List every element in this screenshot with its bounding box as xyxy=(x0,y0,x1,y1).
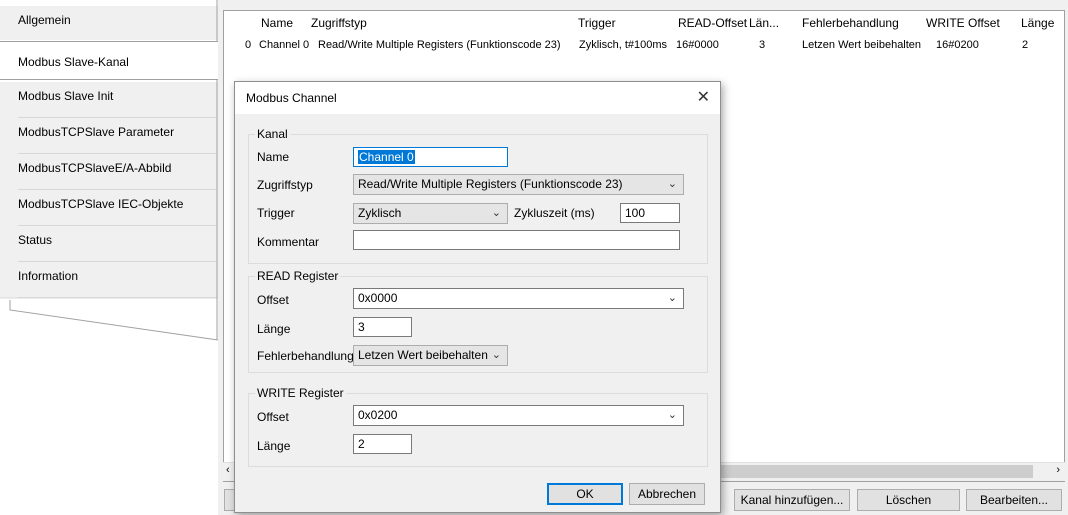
modbus-channel-dialog: Modbus Channel ✕ Kanal Name Channel 0 Zu… xyxy=(234,81,721,513)
comment-field[interactable] xyxy=(353,230,680,250)
read-error-label: Fehlerbehandlung xyxy=(257,349,354,363)
read-error-value: Letzen Wert beibehalten xyxy=(358,348,488,362)
cycle-label: Zykluszeit (ms) xyxy=(514,206,595,220)
dialog-titlebar: Modbus Channel ✕ xyxy=(235,82,720,114)
cell-name: Channel 0 xyxy=(259,39,310,51)
chevron-down-icon: ⌄ xyxy=(491,207,501,219)
chevron-down-icon: ⌄ xyxy=(667,409,677,421)
col-header-read-offset[interactable]: READ-Offset xyxy=(678,16,747,30)
read-offset-value: 0x0000 xyxy=(358,291,398,305)
group-write-label: WRITE Register xyxy=(255,386,346,400)
access-select[interactable]: Read/Write Multiple Registers (Funktions… xyxy=(353,174,684,195)
read-length-label: Länge xyxy=(257,322,291,336)
delete-button[interactable]: Löschen xyxy=(857,489,960,511)
comment-label: Kommentar xyxy=(257,235,320,249)
group-read-label: READ Register xyxy=(255,269,341,283)
access-label: Zugriffstyp xyxy=(257,178,313,192)
table-row[interactable]: 0 Channel 0 Read/Write Multiple Register… xyxy=(224,36,1064,56)
close-icon[interactable]: ✕ xyxy=(697,87,710,107)
cell-read-offset: 16#0000 xyxy=(676,39,719,51)
chevron-down-icon: ⌄ xyxy=(667,178,677,190)
trigger-label: Trigger xyxy=(257,206,295,220)
chevron-down-icon: ⌄ xyxy=(491,349,501,361)
add-channel-button[interactable]: Kanal hinzufügen... xyxy=(734,489,850,511)
chevron-down-icon: ⌄ xyxy=(667,292,677,304)
read-error-select[interactable]: Letzen Wert beibehalten ⌄ xyxy=(353,345,508,366)
cell-trigger: Zyklisch, t#100ms xyxy=(579,39,668,51)
cycle-field[interactable]: 100 xyxy=(620,203,680,223)
cell-write-offset: 16#0200 xyxy=(936,39,979,51)
ok-button[interactable]: OK xyxy=(547,483,623,505)
name-field[interactable]: Channel 0 xyxy=(353,147,508,167)
name-field-value: Channel 0 xyxy=(358,150,415,164)
col-header-write-offset[interactable]: WRITE Offset xyxy=(926,16,1000,30)
scrollbar-thumb[interactable] xyxy=(713,465,1033,478)
name-label: Name xyxy=(257,150,290,164)
cell-read-length: 3 xyxy=(759,39,766,51)
write-offset-value: 0x0200 xyxy=(358,408,398,422)
col-header-name[interactable]: Name xyxy=(261,16,293,30)
access-select-value: Read/Write Multiple Registers (Funktions… xyxy=(358,177,623,191)
col-header-error[interactable]: Fehlerbehandlung xyxy=(802,16,899,30)
cancel-button[interactable]: Abbrechen xyxy=(629,483,705,505)
dialog-title: Modbus Channel xyxy=(246,91,337,105)
write-offset-select[interactable]: 0x0200 ⌄ xyxy=(353,405,684,426)
read-offset-label: Offset xyxy=(257,293,289,307)
write-length-label: Länge xyxy=(257,439,291,453)
write-length-field[interactable]: 2 xyxy=(353,434,412,454)
table-header: Name Zugriffstyp Trigger READ-Offset Län… xyxy=(224,11,1064,36)
sidebar: Allgemein Modbus Slave-Kanal Modbus Slav… xyxy=(0,0,218,515)
cell-access: Read/Write Multiple Registers (Funktions… xyxy=(318,39,561,51)
row-index: 0 xyxy=(245,39,252,51)
group-kanal-label: Kanal xyxy=(255,127,290,141)
cell-write-length: 2 xyxy=(1022,39,1029,51)
sidebar-tab-outline xyxy=(0,0,218,515)
read-length-field[interactable]: 3 xyxy=(353,317,412,337)
col-header-access[interactable]: Zugriffstyp xyxy=(311,16,367,30)
scroll-left-icon[interactable]: ‹ xyxy=(226,464,230,476)
read-offset-select[interactable]: 0x0000 ⌄ xyxy=(353,288,684,309)
edit-button[interactable]: Bearbeiten... xyxy=(966,489,1062,511)
col-header-trigger[interactable]: Trigger xyxy=(578,16,616,30)
trigger-select-value: Zyklisch xyxy=(358,206,402,220)
col-header-write-length[interactable]: Länge xyxy=(1021,16,1054,30)
col-header-read-length[interactable]: Län... xyxy=(749,16,779,30)
cell-error: Letzen Wert beibehalten xyxy=(802,39,922,51)
write-offset-label: Offset xyxy=(257,410,289,424)
trigger-select[interactable]: Zyklisch ⌄ xyxy=(353,203,508,224)
scroll-right-icon[interactable]: › xyxy=(1056,464,1060,476)
